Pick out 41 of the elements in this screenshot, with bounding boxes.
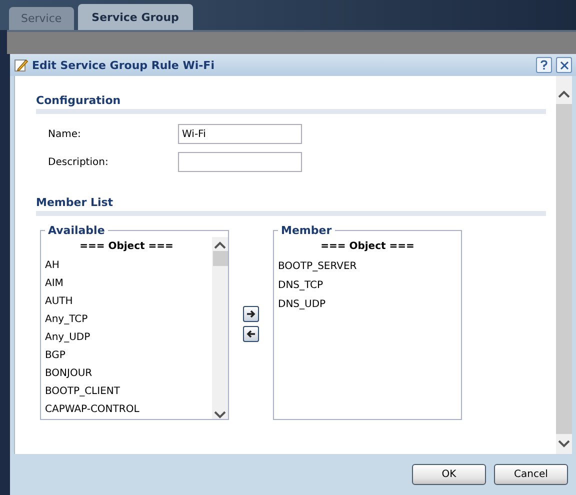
list-item[interactable]: BOOTP_CLIENT bbox=[41, 382, 212, 401]
close-icon bbox=[560, 60, 568, 70]
scroll-thumb[interactable] bbox=[212, 251, 228, 266]
section-heading: Configuration bbox=[36, 94, 546, 114]
list-legend: Available bbox=[45, 224, 108, 237]
list-item[interactable]: BGP bbox=[41, 346, 212, 365]
help-icon bbox=[540, 60, 548, 70]
list-item[interactable]: AH bbox=[41, 256, 212, 274]
add-button[interactable] bbox=[243, 306, 259, 322]
left-arrow-icon bbox=[246, 330, 256, 338]
dialog-title: Edit Service Group Rule Wi-Fi bbox=[32, 58, 216, 72]
list-item[interactable]: AUTH bbox=[41, 292, 212, 310]
list-group-header: === Object === bbox=[78, 241, 174, 254]
list-item[interactable]: BONJOUR bbox=[41, 364, 212, 383]
remove-button[interactable] bbox=[243, 326, 259, 342]
scrollbar[interactable] bbox=[212, 237, 228, 419]
scroll-down-icon[interactable] bbox=[558, 440, 570, 448]
close-button[interactable] bbox=[556, 57, 572, 73]
scroll-up-icon[interactable] bbox=[558, 90, 570, 98]
list-item[interactable]: BOOTP_SERVER bbox=[274, 257, 461, 276]
input-field[interactable] bbox=[178, 152, 302, 172]
list-item[interactable]: Any_UDP bbox=[41, 328, 212, 347]
field-label: Description: bbox=[48, 156, 110, 168]
dialog-button[interactable]: Cancel bbox=[494, 464, 568, 485]
scroll-up-icon[interactable] bbox=[214, 241, 226, 249]
list-item[interactable]: AIM bbox=[41, 274, 212, 292]
field-label: Name: bbox=[48, 128, 82, 140]
list-legend: Member bbox=[278, 224, 335, 237]
list-item[interactable]: CAPWAP-CONTROL bbox=[41, 400, 212, 419]
help-button[interactable] bbox=[536, 57, 552, 73]
input-field[interactable]: Wi-Fi bbox=[178, 124, 302, 144]
section-heading: Member List bbox=[36, 196, 546, 216]
right-arrow-icon bbox=[246, 310, 256, 318]
scroll-down-icon[interactable] bbox=[214, 411, 226, 419]
pencil-icon bbox=[14, 58, 28, 72]
tab[interactable]: Service Group bbox=[78, 4, 193, 30]
list-item[interactable]: DNS_UDP bbox=[274, 295, 461, 314]
list-item[interactable]: DNS_TCP bbox=[274, 276, 461, 295]
list-group-header: === Object === bbox=[320, 241, 416, 254]
dialog-button[interactable]: OK bbox=[412, 464, 486, 485]
list-item[interactable]: Any_TCP bbox=[41, 310, 212, 329]
